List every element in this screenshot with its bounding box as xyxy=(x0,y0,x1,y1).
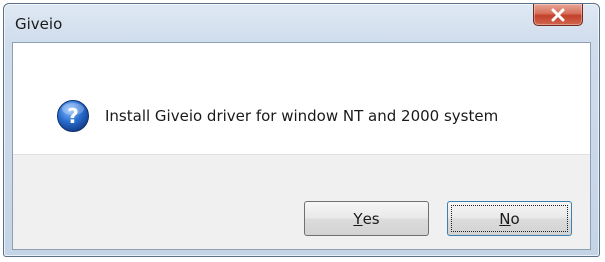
dialog-body: ? Install Giveio driver for window NT an… xyxy=(12,42,591,250)
title-bar[interactable]: Giveio xyxy=(4,4,599,42)
no-button[interactable]: No xyxy=(447,201,572,236)
focus-ring xyxy=(451,205,568,232)
close-button[interactable] xyxy=(533,4,583,26)
yes-button-label: es xyxy=(362,209,380,228)
svg-text:?: ? xyxy=(67,104,79,128)
yes-button-mnemonic: Y xyxy=(353,209,363,228)
window-title: Giveio xyxy=(15,15,63,33)
dialog-window: Giveio ? Install Giveio driver for windo… xyxy=(3,3,600,257)
message-area: ? Install Giveio driver for window NT an… xyxy=(13,43,590,149)
close-icon xyxy=(551,8,565,21)
yes-button[interactable]: Yes xyxy=(304,201,429,236)
message-text: Install Giveio driver for window NT and … xyxy=(105,107,499,125)
question-icon: ? xyxy=(57,100,89,132)
button-area: Yes No xyxy=(13,154,590,249)
